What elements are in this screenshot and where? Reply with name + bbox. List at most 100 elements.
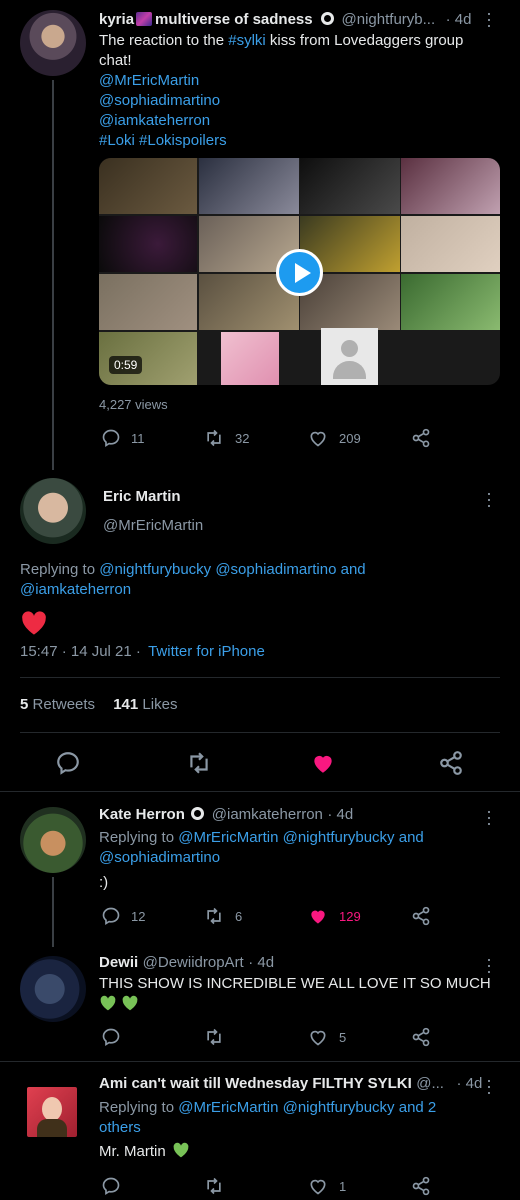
green-heart-icon <box>173 1142 189 1158</box>
hashtag-links[interactable]: #Loki #Lokispoilers <box>99 131 499 151</box>
hashtag-link[interactable]: #sylki <box>228 32 266 49</box>
source-link[interactable]: Twitter for iPhone <box>148 643 265 660</box>
mention-link[interactable]: and <box>341 561 366 578</box>
reply-button[interactable] <box>101 1027 121 1047</box>
retweet-count: 6 <box>235 908 243 924</box>
replying-label: Replying to <box>99 1099 175 1116</box>
like-count: 5 <box>339 1029 347 1045</box>
retweet-icon <box>207 1177 221 1195</box>
divider <box>0 1061 520 1062</box>
share-icon[interactable] <box>438 750 464 776</box>
author-handle[interactable]: @MrEricMartin <box>103 517 203 534</box>
retweet-icon <box>207 1028 221 1046</box>
avatar-ami[interactable] <box>27 1087 77 1137</box>
heart-filled-icon <box>311 910 325 924</box>
share-icon <box>412 1176 430 1196</box>
avatar-kyria[interactable] <box>20 10 86 76</box>
mention-link[interactable]: and <box>399 829 424 846</box>
author-handle[interactable]: @DewiidropArt <box>143 954 244 971</box>
retweet-count: 32 <box>235 430 250 446</box>
thread-line <box>52 877 54 947</box>
reply-button[interactable]: 12 <box>101 906 145 926</box>
share-button[interactable] <box>410 428 432 448</box>
reply-icon <box>102 907 120 926</box>
video-tile <box>401 216 500 272</box>
more-options-icon[interactable]: · · · <box>485 950 493 980</box>
retweet-total[interactable]: 5 <box>20 696 28 713</box>
more-options-icon[interactable]: · · · <box>485 484 493 514</box>
retweet-button[interactable] <box>203 1027 225 1047</box>
author-handle[interactable]: @... <box>416 1075 444 1092</box>
avatar-kate-herron[interactable] <box>20 807 86 873</box>
like-button[interactable]: 5 <box>307 1027 346 1047</box>
author-name-suffix[interactable]: multiverse of sadness <box>155 11 313 28</box>
mention-link[interactable]: @sophiadimartino <box>99 91 499 111</box>
more-options-icon[interactable]: · · · <box>485 1071 493 1101</box>
video-tile <box>99 274 197 330</box>
mention-link[interactable]: and 2 <box>399 1099 437 1116</box>
retweet-button[interactable]: 6 <box>203 906 242 926</box>
divider <box>20 732 500 733</box>
video-tile <box>99 158 197 214</box>
like-button[interactable]: 209 <box>307 428 361 448</box>
retweet-label[interactable]: Retweets <box>33 696 96 713</box>
reply-icon <box>102 1177 120 1196</box>
like-label[interactable]: Likes <box>142 696 177 713</box>
play-button-icon[interactable] <box>276 249 323 296</box>
mention-link[interactable]: @nightfurybucky @sophiadimartino <box>99 561 336 578</box>
heart-icon <box>310 1030 326 1046</box>
replying-to: Replying to @MrEricMartin @nightfurybuck… <box>99 1098 499 1138</box>
video-tile <box>199 158 299 214</box>
replying-to: Replying to @MrEricMartin @nightfurybuck… <box>99 828 499 868</box>
heart-filled-icon[interactable] <box>310 750 336 776</box>
mention-link[interactable]: @iamkateherron <box>20 581 131 598</box>
mention-link[interactable]: others <box>99 1119 141 1136</box>
author-name[interactable]: Dewii <box>99 954 138 971</box>
author-name[interactable]: kyria <box>99 11 134 28</box>
avatar-eric-martin[interactable] <box>20 478 86 544</box>
more-options-icon[interactable]: · · · <box>485 4 493 34</box>
reply-icon <box>102 429 120 448</box>
avatar-dewii[interactable] <box>20 956 86 1022</box>
tweet-time: · 4d <box>456 1075 483 1092</box>
like-button[interactable]: 129 <box>307 906 361 926</box>
tweet-time: · 4d <box>445 11 472 28</box>
video-duration: 0:59 <box>109 356 143 374</box>
author-name[interactable]: Kate Herron <box>99 806 185 823</box>
mention-link[interactable]: @MrEricMartin @nightfurybucky <box>178 1099 394 1116</box>
share-button[interactable] <box>410 906 432 926</box>
author-name[interactable]: Ami can't wait till Wednesday FILTHY SYL… <box>99 1075 412 1092</box>
share-button[interactable] <box>410 1176 432 1196</box>
like-total[interactable]: 141 <box>113 696 138 713</box>
reply-button[interactable]: 11 <box>101 428 145 448</box>
reply-icon <box>102 1028 120 1047</box>
divider <box>0 791 520 792</box>
author-handle[interactable]: @nightfuryb... <box>342 11 436 28</box>
mention-link[interactable]: @iamkateherron <box>99 111 499 131</box>
replying-label: Replying to <box>20 561 96 578</box>
green-hearts-emoji <box>99 995 139 1016</box>
heart-icon <box>310 1179 326 1195</box>
reply1-header: Kate Herron @iamkateherron · 4d <box>99 806 353 824</box>
retweet-icon[interactable] <box>186 750 212 776</box>
retweet-button[interactable] <box>203 1176 225 1196</box>
tweet-timestamp: 15:47 · 14 Jul 21 · Twitter for iPhone <box>20 643 265 660</box>
reply-icon[interactable] <box>55 750 81 776</box>
share-icon <box>412 428 430 448</box>
more-options-icon[interactable]: · · · <box>485 802 493 832</box>
tweet-text: THIS SHOW IS INCREDIBLE WE ALL LOVE IT S… <box>99 975 491 992</box>
reply-button[interactable] <box>101 1176 121 1196</box>
mention-link[interactable]: @MrEricMartin <box>99 71 499 91</box>
like-button[interactable]: 1 <box>307 1176 346 1196</box>
mention-link[interactable]: @sophiadimartino <box>99 849 220 866</box>
video-tile <box>99 216 197 272</box>
author-handle[interactable]: @iamkateherron <box>212 806 323 823</box>
green-heart-icon <box>100 995 116 1011</box>
author-name[interactable]: Eric Martin <box>103 488 181 505</box>
red-heart-emoji-icon <box>22 611 46 635</box>
mention-link[interactable]: @MrEricMartin @nightfurybucky <box>178 829 394 846</box>
video-player[interactable]: 0:59 <box>99 158 500 385</box>
share-button[interactable] <box>410 1027 432 1047</box>
replying-label: Replying to <box>99 829 175 846</box>
retweet-button[interactable]: 32 <box>203 428 249 448</box>
